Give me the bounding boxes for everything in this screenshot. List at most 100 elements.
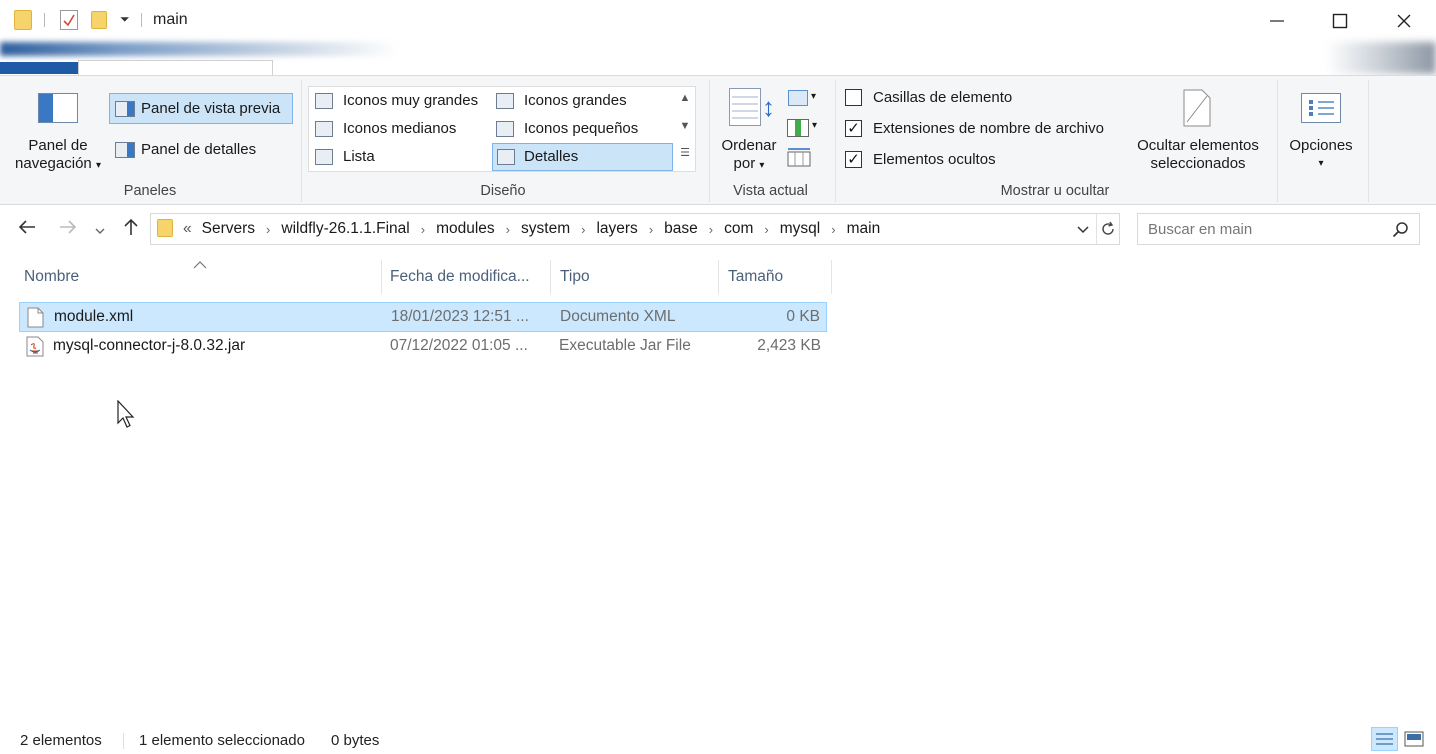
breadcrumb-chevron-icon[interactable]: › — [764, 222, 768, 237]
layout-item-label: Iconos medianos — [343, 120, 457, 137]
hidden-items-toggle[interactable]: ✓ Elementos ocultos — [845, 150, 1125, 174]
layout-list[interactable]: Lista — [313, 145, 493, 170]
gallery-scroll-down-icon[interactable]: ▼ — [676, 120, 694, 132]
hidden-items-checkbox[interactable]: ✓ — [845, 151, 862, 168]
breadcrumb-chevron-icon[interactable]: › — [831, 222, 835, 237]
column-header-date[interactable]: Fecha de modifica... — [390, 268, 530, 286]
size-columns-to-fit-button[interactable] — [787, 146, 811, 168]
breadcrumb-chevron-icon[interactable]: › — [581, 222, 585, 237]
breadcrumb-chevron-icon[interactable]: › — [421, 222, 425, 237]
file-extensions-checkbox[interactable]: ✓ — [845, 120, 862, 137]
layout-large-icons[interactable]: Iconos grandes — [494, 89, 674, 114]
gallery-expand-icon[interactable]: ☰ — [676, 146, 694, 159]
selection-size: 0 bytes — [331, 732, 380, 749]
hide-selected-icon — [1181, 88, 1213, 128]
details-pane-button[interactable]: Panel de detalles — [110, 135, 290, 165]
panes-group-label: Paneles — [123, 183, 177, 199]
customize-quick-access-icon[interactable]: ⏷ — [120, 12, 130, 27]
xml-file-icon — [27, 307, 44, 328]
forward-arrow-icon[interactable] — [58, 217, 78, 243]
hidden-items-label: Elementos ocultos — [873, 151, 996, 168]
preview-pane-button[interactable]: Panel de vista previa — [109, 93, 293, 124]
view-tab[interactable] — [78, 60, 273, 75]
extra-large-icons-icon — [315, 93, 333, 109]
group-by-button[interactable]: ▾ — [788, 88, 821, 110]
column-divider[interactable] — [718, 260, 719, 294]
file-extensions-toggle[interactable]: ✓ Extensiones de nombre de archivo — [845, 119, 1125, 143]
medium-icons-icon — [315, 121, 333, 137]
back-arrow-icon[interactable] — [17, 217, 37, 243]
breadcrumb-chevron-icon[interactable]: › — [506, 222, 510, 237]
breadcrumb-chevron-icon[interactable]: › — [649, 222, 653, 237]
column-divider[interactable] — [831, 260, 832, 294]
status-divider — [123, 733, 124, 749]
up-arrow-icon[interactable] — [121, 217, 141, 243]
item-checkboxes-toggle[interactable]: Casillas de elemento — [845, 88, 1125, 112]
chevron-down-icon: ▾ — [1318, 158, 1324, 169]
address-history-chevron-icon[interactable] — [1076, 222, 1090, 240]
add-columns-icon — [787, 119, 809, 137]
layout-extra-large-icons[interactable]: Iconos muy grandes — [313, 89, 493, 114]
maximize-button[interactable] — [1325, 8, 1355, 34]
breadcrumb-item[interactable]: system — [521, 220, 570, 238]
gallery-scroll-up-icon[interactable]: ▲ — [676, 92, 694, 104]
refresh-icon[interactable] — [1100, 221, 1116, 241]
large-icons-view-button[interactable] — [1403, 729, 1425, 749]
breadcrumb-item[interactable]: main — [847, 220, 881, 238]
group-divider — [301, 80, 302, 202]
details-icon — [497, 149, 515, 165]
list-icon — [315, 149, 333, 165]
layout-item-label: Lista — [343, 148, 375, 165]
sort-ascending-icon — [193, 256, 207, 273]
small-icons-icon — [496, 121, 514, 137]
breadcrumb-item[interactable]: base — [664, 220, 698, 238]
status-bar: 2 elementos 1 elemento seleccionado 0 by… — [0, 724, 1436, 754]
current-view-group-label: Vista actual — [733, 183, 808, 199]
sort-icon — [729, 88, 761, 126]
breadcrumb-item[interactable]: layers — [596, 220, 637, 238]
address-bar[interactable]: « Servers › wildfly-26.1.1.Final › modules › s… — [150, 213, 1120, 245]
file-tab[interactable] — [0, 62, 78, 74]
navigation-pane-label-line1: Panel de — [28, 137, 88, 154]
breadcrumb-item[interactable]: com — [724, 220, 753, 238]
ribbon: Panel de navegación ▾ Panel de vista pre… — [0, 75, 1436, 205]
close-button[interactable] — [1389, 8, 1419, 34]
hide-selected-label-line1: Ocultar elementos — [1137, 137, 1259, 154]
column-header-size[interactable]: Tamaño — [728, 268, 783, 286]
layout-medium-icons[interactable]: Iconos medianos — [313, 117, 493, 142]
item-checkboxes-checkbox[interactable] — [845, 89, 862, 106]
breadcrumb-item[interactable]: wildfly-26.1.1.Final — [281, 220, 409, 238]
breadcrumb-chevron-icon[interactable]: › — [709, 222, 713, 237]
layout-details[interactable]: Detalles — [492, 143, 673, 171]
toolbar-divider — [44, 13, 45, 27]
column-header-name[interactable]: Nombre — [24, 268, 79, 286]
breadcrumb-item[interactable]: Servers — [202, 220, 255, 238]
properties-icon[interactable] — [60, 10, 78, 30]
file-row[interactable]: mysql-connector-j-8.0.32.jar 07/12/2022 … — [19, 332, 827, 362]
group-divider — [709, 80, 710, 202]
breadcrumb-item[interactable]: modules — [436, 220, 495, 238]
search-icon[interactable] — [1392, 221, 1409, 242]
breadcrumb-chevron-icon[interactable]: › — [266, 222, 270, 237]
layout-small-icons[interactable]: Iconos pequeños — [494, 117, 674, 142]
search-box[interactable]: Buscar en main — [1137, 213, 1420, 245]
selection-count: 1 elemento seleccionado — [139, 732, 305, 749]
new-folder-icon[interactable] — [91, 11, 107, 29]
file-type: Documento XML — [560, 308, 676, 325]
minimize-button[interactable] — [1262, 8, 1292, 34]
file-size: 0 KB — [786, 308, 820, 325]
column-header-type[interactable]: Tipo — [560, 268, 590, 286]
file-row[interactable]: module.xml 18/01/2023 12:51 ... Document… — [19, 302, 827, 332]
breadcrumb-overflow[interactable]: « — [183, 220, 192, 238]
preview-pane-label: Panel de vista previa — [141, 100, 281, 117]
navigation-pane-icon — [38, 93, 78, 123]
column-divider[interactable] — [550, 260, 551, 294]
details-view-button[interactable] — [1371, 727, 1398, 751]
breadcrumb-item[interactable]: mysql — [780, 220, 820, 238]
column-divider[interactable] — [381, 260, 382, 294]
hide-selected-label-line2: seleccionados — [1150, 155, 1246, 172]
recent-locations-chevron-icon[interactable] — [94, 220, 106, 243]
search-input[interactable]: Buscar en main — [1148, 221, 1252, 238]
add-columns-button[interactable]: ▾ — [786, 117, 821, 139]
layout-group-label: Diseño — [480, 183, 526, 199]
